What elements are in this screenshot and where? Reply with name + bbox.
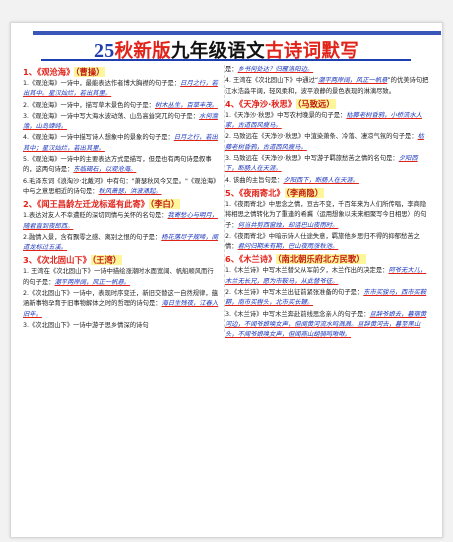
section-author: （南北朝乐府北方民歌） [276,254,366,265]
question-text: 是： [225,66,238,73]
question-item: 6.毛泽东词《浪淘沙·北戴河》中有句："萧瑟秋风今又是。"《观沧海》中与之意思相… [23,177,219,198]
question-text: 1.《观沧海》一诗中，最能表达作者博大胸襟的句子是： [23,80,181,87]
question-text: 2. 马致远在《天净沙·秋思》中渲染萧条、冷落、凄凉气氛的句子是： [225,133,418,141]
question-text: 4. 王湾在《次北固山下》中通过“ [225,77,319,85]
question-item: 3.《木兰诗》中写木兰奔赴前线思念亲人的句子是：旦辞爷娘去，暮宿黄河边，不闻爷娘… [225,310,430,341]
section-title: 4、《天净沙·秋思》 [225,98,297,109]
question-item: 4. 王湾在《次北固山下》中通过“潮平两岸阔，风正一帆悬”的优美诗句把江水浩淼平… [225,76,430,97]
question-text: 2.《木兰诗》中写木兰出征前紧张准备的句子是： [225,289,364,297]
section-heading: 1、《观沧海》（曹操） [23,66,219,78]
section-heading: 2、《闻王昌龄左迁龙标遥有此寄》（李白） [23,198,219,210]
answer-text: 树木丛生，百草丰茂。 [154,101,218,109]
section-heading: 5、《夜雨寄北》（李商隐） [225,187,430,199]
section-title: 2、《闻王昌龄左迁龙标遥有此寄》 [23,199,150,210]
answer-text: 何当共剪西窗烛，却话巴山夜雨时。 [237,221,339,229]
question-item: 2.《次北固山下》一诗中，表现时序变迁，新旧交替这一自然规律，蕴涵新事物孕育于旧… [23,289,219,320]
question-text: 1.《天净沙·秋思》中写农村晚景的句子是： [225,111,347,119]
worksheet-page: 25秋新版九年级语文古诗词默写 1、《观沧海》（曹操） 1.《观沧海》一诗中，最能… [10,22,443,538]
header-accent-bar [33,31,441,35]
question-item: 1. 王湾在《次北固山下》一诗中描绘涨潮时水面宽阔、帆船顺风而行的句子是：潮平两… [23,267,219,288]
answer-text: 潮平两岸阔，风正一帆悬。 [54,278,131,286]
question-item: 2.《观沧海》一诗中，描写草木景色的句子是：树木丛生，百草丰茂。 [23,101,219,111]
answer-text: 君问归期未有期，巴山夜雨涨秋池。 [237,243,339,251]
question-item: 4.《观沧海》一诗中描写诗人想象中的景象的句子是：日月之行，若出其中；星汉灿烂，… [23,133,219,154]
answer-text: 潮平两岸阔，风正一帆悬 [318,77,388,85]
section-heading: 3、《次北固山下》（王湾） [23,254,219,266]
section-author: （曹操） [74,67,106,77]
question-text: 3.《木兰诗》中写木兰奔赴前线思念亲人的句子是： [225,310,370,318]
question-item: 5.《观沧海》一诗中的主要表达方式是描写，但是也有两句诗是叙事的，这两句诗是：东… [23,155,219,176]
question-item: 4. 该曲的主旨句是：夕阳西下，断肠人在天涯。 [225,176,430,186]
question-item: 2.《夜雨寄北》中暗示诗人仕途失意，羁旅他乡思归不得的抑郁愁苦之情：君问归期未有… [225,232,430,253]
section-title: 3、《次北固山下》 [23,255,91,266]
question-item: 2. 马致远在《天净沙·秋思》中渲染萧条、冷落、凄凉气氛的句子是：枯藤老树昏鸦，… [225,132,430,153]
question-text: 4.《观沧海》一诗中描写诗人想象中的景象的句子是： [23,134,174,142]
answer-text: 乡书何处达？归雁洛阳边。 [237,66,314,73]
answer-text: 东临碣石，以观沧海。 [73,166,137,174]
question-item: 1.《木兰诗》中写木兰替父从军前夕，木兰作出的决定是：阿爷无大儿，木兰无长兄，愿… [225,266,430,287]
section-author: （王湾） [91,255,123,266]
answer-text: 秋风萧瑟，洪波涌起。 [98,187,162,195]
question-item: 1.《夜雨寄北》中思念之情，亘古不变，千百年来为人们所传唱，李商隐将相思之情转化… [225,200,430,231]
question-item: 3.《观沧海》一诗中写大海水波动荡、山岛高耸突兀的句子是：水何澹澹，山岛竦峙。 [23,112,219,133]
section-title: 1、《观沧海》 [23,67,75,77]
question-item: 2.《木兰诗》中写木兰出征前紧张准备的句子是：东市买骏马，西市买鞍鞯，南市买辔头… [225,288,430,309]
section-heading: 6、《木兰诗》（南北朝乐府北方民歌） [225,253,430,265]
question-item: 1.表达对友人不幸遭贬的深切同情与关怀的名句是：我寄愁心与明月，随君直到夜郎西。 [23,211,219,232]
section-author: （李商隐） [284,187,325,198]
question-item: 1.《天净沙·秋思》中写农村晚景的句子是：枯藤老树昏鸦，小桥流水人家，古道西风瘦… [225,111,430,132]
left-column: 1、《观沧海》（曹操） 1.《观沧海》一诗中，最能表达作者博大胸襟的句子是：日月之… [23,65,225,333]
question-item: 1.《观沧海》一诗中，最能表达作者博大胸襟的句子是：日月之行，若出其中。星汉灿烂… [23,79,219,100]
title-underline [41,59,411,61]
question-text: 2.融情入景，含有飘零之感、离别之恨的句子是： [23,233,162,241]
question-text: 1.表达对友人不幸遭贬的深切同情与关怀的名句是： [23,212,168,220]
right-column: 是：乡书何处达？归雁洛阳边。 4. 王湾在《次北固山下》中通过“潮平两岸阔，风正一… [225,65,430,342]
question-text: 3.《观沧海》一诗中写大海水波动荡、山岛高耸突兀的句子是： [23,112,200,120]
question-item: 是：乡书何处达？归雁洛阳边。 [225,65,430,75]
section-heading: 4、《天净沙·秋思》（马致远） [225,98,430,110]
section-author: （李白） [149,199,181,210]
section-title: 5、《夜雨寄北》 [225,187,285,198]
question-item: 2.融情入景，含有飘零之感、离别之恨的句子是：杨花落尽子规啼，闻道龙标过五溪。 [23,233,219,254]
question-item: 3.《次北固山下》一诗中游子思乡情深的诗句 [23,321,219,331]
question-text: 4. 该曲的主旨句是： [225,176,284,184]
question-item: 3. 马致远在《天净沙·秋思》中写游子羁旅愁苦之情的名句是：夕阳西下，断肠人在天… [225,154,430,175]
question-text: 3. 马致远在《天净沙·秋思》中写游子羁旅愁苦之情的名句是： [225,155,399,163]
section-author: （马致远） [296,98,336,109]
section-title: 6、《木兰诗》 [225,254,277,265]
answer-text: 夕阳西下，断肠人在天涯。 [283,176,359,184]
question-text: 1.《木兰诗》中写木兰替父从军前夕，木兰作出的决定是： [225,267,389,275]
question-text: 2.《观沧海》一诗中，描写草木景色的句子是： [23,101,155,109]
question-text: 3.《次北固山下》一诗中游子思乡情深的诗句 [23,321,149,329]
